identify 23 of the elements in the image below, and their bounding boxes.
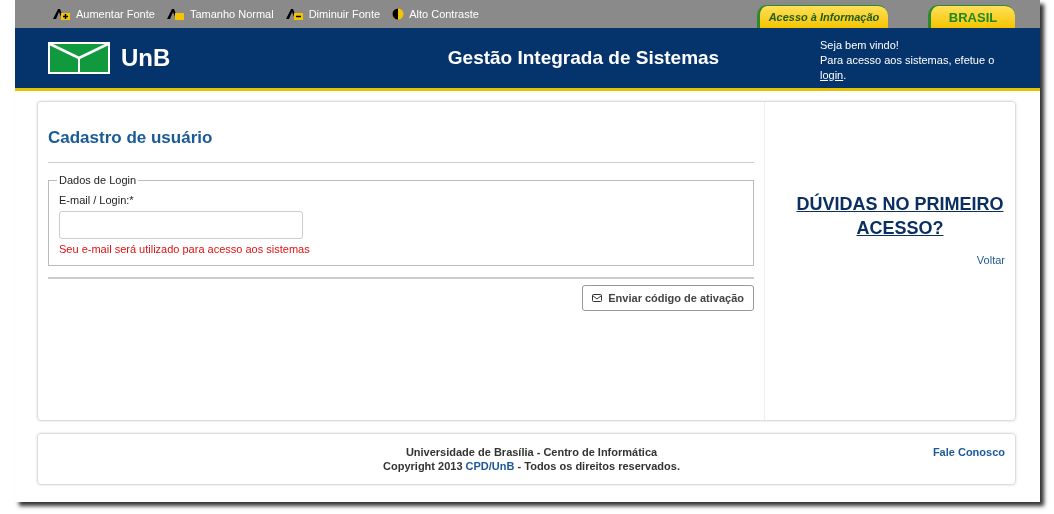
cpd-link[interactable]: CPD/UnB xyxy=(465,460,515,472)
logo-text: UnB xyxy=(121,44,171,72)
send-code-button[interactable]: Enviar código de ativação xyxy=(582,285,754,311)
contact-link[interactable]: Fale Conosco xyxy=(915,434,1005,484)
contrast-icon xyxy=(392,8,405,20)
info-tab[interactable]: Acesso à Informação xyxy=(757,5,888,28)
page-title: Cadastro de usuário xyxy=(48,128,754,163)
email-field[interactable] xyxy=(59,211,303,239)
envelope-icon xyxy=(592,294,603,302)
field-hint: Seu e-mail será utilizado para acesso aos sistemas xyxy=(59,243,311,255)
footer-text: Universidade de Brasília - Centro de Informática xyxy=(405,446,658,458)
help-link[interactable]: DÚVIDAS NO PRIMEIRO ACESSO? xyxy=(795,192,1005,240)
field-label: E-mail / Login:* xyxy=(59,194,135,206)
site-title: Gestão Integrada de Sistemas xyxy=(446,47,721,69)
back-link[interactable]: Voltar xyxy=(976,254,1005,266)
welcome-text: Seja bem vindo! xyxy=(820,37,900,53)
copyright-text: Copyright 2013 CPD/UnB - Todos os direitos reservados. xyxy=(383,460,680,472)
login-prompt: Para acesso aos sistemas, efetue o login. xyxy=(820,52,996,83)
font-size-icon xyxy=(285,8,304,20)
logo-icon xyxy=(47,41,111,75)
font-size-icon xyxy=(166,8,185,20)
fieldset-legend: Dados de Login xyxy=(57,174,139,186)
font-size-icon xyxy=(53,8,71,20)
